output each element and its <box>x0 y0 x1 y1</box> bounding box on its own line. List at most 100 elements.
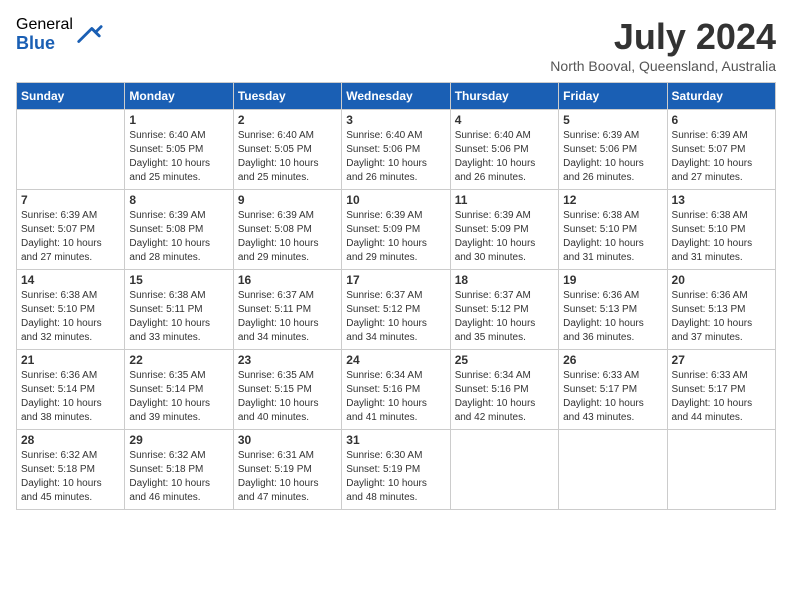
day-info: Sunrise: 6:33 AM Sunset: 5:17 PM Dayligh… <box>672 369 771 425</box>
calendar-cell: 18 Sunrise: 6:37 AM Sunset: 5:12 PM Dayli… <box>450 270 558 350</box>
calendar-cell: 7 Sunrise: 6:39 AM Sunset: 5:07 PM Daylig… <box>17 190 125 270</box>
day-number: 23 <box>238 353 337 367</box>
calendar-cell: 21Sunrise: 6:36 AM Sunset: 5:14 PM Dayli… <box>17 350 125 430</box>
day-info: Sunrise: 6:31 AM Sunset: 5:19 PM Dayligh… <box>238 449 337 505</box>
calendar-cell: 17Sunrise: 6:37 AM Sunset: 5:12 PM Dayli… <box>342 270 450 350</box>
day-number: 31 <box>346 433 445 447</box>
day-number: 17 <box>346 273 445 287</box>
day-info: Sunrise: 6:35 AM Sunset: 5:15 PM Dayligh… <box>238 369 337 425</box>
calendar-cell: 14 Sunrise: 6:38 AM Sunset: 5:10 PM Dayli… <box>17 270 125 350</box>
calendar-week-row: 7 Sunrise: 6:39 AM Sunset: 5:07 PM Daylig… <box>17 190 776 270</box>
calendar-cell: 27Sunrise: 6:33 AM Sunset: 5:17 PM Dayli… <box>667 350 775 430</box>
day-of-week-header: Thursday <box>450 83 558 110</box>
day-number: 14 <box>21 273 120 287</box>
day-number: 24 <box>346 353 445 367</box>
calendar-week-row: 21Sunrise: 6:36 AM Sunset: 5:14 PM Dayli… <box>17 350 776 430</box>
day-number: 4 <box>455 113 554 127</box>
day-number: 18 <box>455 273 554 287</box>
day-number: 11 <box>455 193 554 207</box>
day-number: 7 <box>21 193 120 207</box>
day-of-week-header: Friday <box>559 83 667 110</box>
calendar-cell: 5 Sunrise: 6:39 AM Sunset: 5:06 PM Daylig… <box>559 110 667 190</box>
day-info: Sunrise: 6:39 AM Sunset: 5:07 PM Dayligh… <box>21 209 120 265</box>
day-info: Sunrise: 6:39 AM Sunset: 5:07 PM Dayligh… <box>672 129 771 185</box>
title-area: July 2024 North Booval, Queensland, Aust… <box>550 16 776 74</box>
day-info: Sunrise: 6:35 AM Sunset: 5:14 PM Dayligh… <box>129 369 228 425</box>
day-number: 26 <box>563 353 662 367</box>
calendar-week-row: 28Sunrise: 6:32 AM Sunset: 5:18 PM Dayli… <box>17 430 776 510</box>
calendar-body: 1 Sunrise: 6:40 AM Sunset: 5:05 PM Daylig… <box>17 110 776 510</box>
calendar-cell: 24Sunrise: 6:34 AM Sunset: 5:16 PM Dayli… <box>342 350 450 430</box>
calendar-cell: 11 Sunrise: 6:39 AM Sunset: 5:09 PM Dayli… <box>450 190 558 270</box>
day-of-week-header: Tuesday <box>233 83 341 110</box>
day-info: Sunrise: 6:39 AM Sunset: 5:08 PM Dayligh… <box>238 209 337 265</box>
calendar-header: SundayMondayTuesdayWednesdayThursdayFrid… <box>17 83 776 110</box>
days-of-week-row: SundayMondayTuesdayWednesdayThursdayFrid… <box>17 83 776 110</box>
day-info: Sunrise: 6:36 AM Sunset: 5:13 PM Dayligh… <box>563 289 662 345</box>
day-info: Sunrise: 6:37 AM Sunset: 5:11 PM Dayligh… <box>238 289 337 345</box>
day-number: 1 <box>129 113 228 127</box>
logo-icon <box>75 21 103 49</box>
day-number: 5 <box>563 113 662 127</box>
day-info: Sunrise: 6:40 AM Sunset: 5:05 PM Dayligh… <box>129 129 228 185</box>
day-number: 22 <box>129 353 228 367</box>
day-info: Sunrise: 6:38 AM Sunset: 5:10 PM Dayligh… <box>563 209 662 265</box>
day-info: Sunrise: 6:37 AM Sunset: 5:12 PM Dayligh… <box>455 289 554 345</box>
day-number: 6 <box>672 113 771 127</box>
calendar-cell: 25 Sunrise: 6:34 AM Sunset: 5:16 PM Dayli… <box>450 350 558 430</box>
day-number: 30 <box>238 433 337 447</box>
day-info: Sunrise: 6:34 AM Sunset: 5:16 PM Dayligh… <box>455 369 554 425</box>
day-info: Sunrise: 6:32 AM Sunset: 5:18 PM Dayligh… <box>129 449 228 505</box>
day-info: Sunrise: 6:38 AM Sunset: 5:10 PM Dayligh… <box>672 209 771 265</box>
day-info: Sunrise: 6:40 AM Sunset: 5:06 PM Dayligh… <box>455 129 554 185</box>
logo-blue: Blue <box>16 34 73 54</box>
day-number: 12 <box>563 193 662 207</box>
day-info: Sunrise: 6:39 AM Sunset: 5:08 PM Dayligh… <box>129 209 228 265</box>
calendar-cell <box>17 110 125 190</box>
day-number: 20 <box>672 273 771 287</box>
day-number: 3 <box>346 113 445 127</box>
calendar-cell: 28Sunrise: 6:32 AM Sunset: 5:18 PM Dayli… <box>17 430 125 510</box>
calendar-cell: 6 Sunrise: 6:39 AM Sunset: 5:07 PM Daylig… <box>667 110 775 190</box>
location-title: North Booval, Queensland, Australia <box>550 58 776 74</box>
day-info: Sunrise: 6:36 AM Sunset: 5:13 PM Dayligh… <box>672 289 771 345</box>
day-number: 16 <box>238 273 337 287</box>
calendar-cell: 19 Sunrise: 6:36 AM Sunset: 5:13 PM Dayli… <box>559 270 667 350</box>
calendar-cell: 15Sunrise: 6:38 AM Sunset: 5:11 PM Dayli… <box>125 270 233 350</box>
day-number: 15 <box>129 273 228 287</box>
day-number: 9 <box>238 193 337 207</box>
day-number: 29 <box>129 433 228 447</box>
calendar-cell: 2 Sunrise: 6:40 AM Sunset: 5:05 PM Daylig… <box>233 110 341 190</box>
calendar-cell: 8Sunrise: 6:39 AM Sunset: 5:08 PM Daylig… <box>125 190 233 270</box>
day-info: Sunrise: 6:38 AM Sunset: 5:10 PM Dayligh… <box>21 289 120 345</box>
calendar-cell: 3 Sunrise: 6:40 AM Sunset: 5:06 PM Daylig… <box>342 110 450 190</box>
calendar-cell <box>667 430 775 510</box>
day-number: 19 <box>563 273 662 287</box>
calendar-cell: 22 Sunrise: 6:35 AM Sunset: 5:14 PM Dayli… <box>125 350 233 430</box>
calendar-cell: 10 Sunrise: 6:39 AM Sunset: 5:09 PM Dayli… <box>342 190 450 270</box>
day-info: Sunrise: 6:40 AM Sunset: 5:05 PM Dayligh… <box>238 129 337 185</box>
day-of-week-header: Sunday <box>17 83 125 110</box>
day-number: 10 <box>346 193 445 207</box>
day-of-week-header: Monday <box>125 83 233 110</box>
day-number: 25 <box>455 353 554 367</box>
calendar-cell: 29 Sunrise: 6:32 AM Sunset: 5:18 PM Dayli… <box>125 430 233 510</box>
logo-general: General <box>16 16 73 34</box>
day-of-week-header: Wednesday <box>342 83 450 110</box>
day-number: 2 <box>238 113 337 127</box>
day-info: Sunrise: 6:39 AM Sunset: 5:09 PM Dayligh… <box>455 209 554 265</box>
calendar-cell <box>450 430 558 510</box>
calendar-cell <box>559 430 667 510</box>
day-info: Sunrise: 6:40 AM Sunset: 5:06 PM Dayligh… <box>346 129 445 185</box>
day-info: Sunrise: 6:32 AM Sunset: 5:18 PM Dayligh… <box>21 449 120 505</box>
day-info: Sunrise: 6:39 AM Sunset: 5:09 PM Dayligh… <box>346 209 445 265</box>
day-number: 21 <box>21 353 120 367</box>
calendar-cell: 23 Sunrise: 6:35 AM Sunset: 5:15 PM Dayli… <box>233 350 341 430</box>
logo: General Blue <box>16 16 103 53</box>
page-header: General Blue July 2024 North Booval, Que… <box>16 16 776 74</box>
day-info: Sunrise: 6:33 AM Sunset: 5:17 PM Dayligh… <box>563 369 662 425</box>
calendar-cell: 9 Sunrise: 6:39 AM Sunset: 5:08 PM Daylig… <box>233 190 341 270</box>
day-info: Sunrise: 6:39 AM Sunset: 5:06 PM Dayligh… <box>563 129 662 185</box>
calendar-cell: 31Sunrise: 6:30 AM Sunset: 5:19 PM Dayli… <box>342 430 450 510</box>
day-of-week-header: Saturday <box>667 83 775 110</box>
